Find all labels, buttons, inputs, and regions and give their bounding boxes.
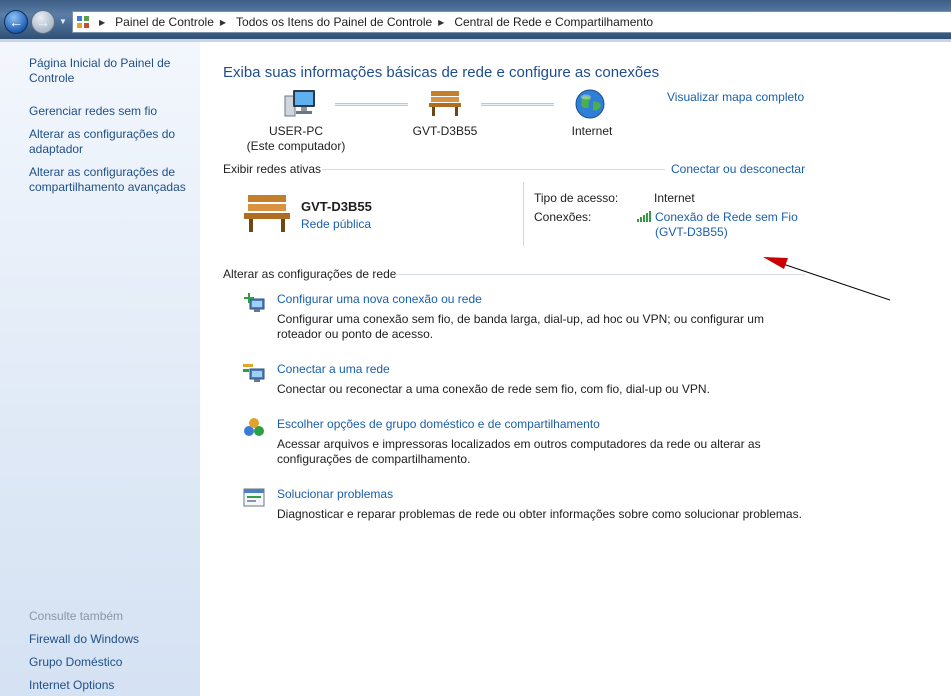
task-new-connection-link[interactable]: Configurar uma nova conexão ou rede [277,292,482,306]
recent-pages-dropdown[interactable]: ▼ [57,15,69,29]
map-computer-label: USER-PC (Este computador) [240,124,352,154]
view-full-map-link[interactable]: Visualizar mapa completo [667,90,804,104]
network-type-link[interactable]: Rede pública [301,217,371,231]
task-new-connection-desc: Configurar uma conexão sem fio, de banda… [277,312,764,341]
breadcrumb-all-items[interactable]: Todos os Itens do Painel de Controle [236,15,432,29]
arrow-right-icon: → [36,14,50,30]
connections-label: Conexões: [534,210,592,224]
arrow-left-icon: ← [9,14,23,30]
breadcrumb-network-center[interactable]: Central de Rede e Compartilhamento [454,15,653,29]
task-connect-network-link[interactable]: Conectar a uma rede [277,362,390,376]
computer-icon[interactable] [283,86,317,120]
annotation-arrow [763,257,891,301]
breadcrumb-separator-icon[interactable]: ▶ [220,18,226,27]
page-title: Exiba suas informações básicas de rede e… [223,64,660,81]
sidebar-link-firewall[interactable]: Firewall do Windows [29,632,194,647]
access-type-value: Internet [654,191,695,205]
task-connect-network-desc: Conectar ou reconectar a uma conexão de … [277,382,710,396]
section-divider [395,274,805,275]
control-panel-icon [73,12,93,32]
wireless-connection-link[interactable]: Conexão de Rede sem Fio (GVT-D3B55) [655,210,798,240]
map-internet-label: Internet [571,124,613,138]
chevron-down-icon: ▼ [59,17,67,26]
sidebar-link-internet-options[interactable]: Internet Options [29,678,194,693]
address-bar[interactable]: ▶ Painel de Controle ▶ Todos os Itens do… [72,11,951,33]
main-content: Exiba suas informações básicas de rede e… [200,42,951,696]
access-type-label: Tipo de acesso: [534,191,619,205]
task-troubleshoot-desc: Diagnosticar e reparar problemas de rede… [277,507,802,521]
sidebar-link-homegroup[interactable]: Grupo Doméstico [29,655,194,670]
computer-name: USER-PC [268,124,323,138]
active-network-name: GVT-D3B55 [301,199,372,214]
homegroup-icon[interactable] [242,416,266,440]
map-link-line [335,103,408,106]
change-settings-label: Alterar as configurações de rede [223,267,397,281]
task-troubleshoot-link[interactable]: Solucionar problemas [277,487,393,501]
sidebar-link-adapter-settings[interactable]: Alterar as configurações do adaptador [29,127,194,157]
vertical-divider [523,182,524,246]
public-network-bench-icon[interactable] [242,191,292,235]
map-link-line [481,103,554,106]
new-connection-icon[interactable] [242,291,266,315]
connection-ssid[interactable]: (GVT-D3B55) [655,225,798,240]
task-homegroup-link[interactable]: Escolher opções de grupo doméstico e de … [277,417,600,431]
computer-subtitle: (Este computador) [246,139,346,153]
breadcrumb-separator-icon[interactable]: ▶ [99,18,105,27]
task-homegroup-desc: Acessar arquivos e impressoras localizad… [277,437,761,466]
troubleshoot-icon[interactable] [242,486,266,510]
section-divider [322,169,665,170]
connect-disconnect-link[interactable]: Conectar ou desconectar [671,162,805,176]
wifi-signal-icon [637,211,651,222]
connect-network-icon[interactable] [242,361,266,385]
window-title-bar: ← → ▼ ▶ Painel de Controle ▶ Todos os It… [0,0,951,42]
sidebar-link-control-panel-home[interactable]: Página Inicial do Painel de Controle [29,56,194,86]
back-button[interactable]: ← [4,10,28,34]
bench-icon[interactable] [428,88,462,118]
active-networks-label: Exibir redes ativas [223,162,322,176]
sidebar-link-sharing-settings[interactable]: Alterar as configurações de compartilham… [29,165,194,195]
breadcrumb-control-panel[interactable]: Painel de Controle [115,15,214,29]
map-network-name: GVT-D3B55 [412,124,478,138]
globe-icon[interactable] [574,88,606,120]
sidebar-link-manage-wireless[interactable]: Gerenciar redes sem fio [29,104,194,119]
connection-name[interactable]: Conexão de Rede sem Fio [655,210,798,225]
see-also-caption: Consulte também [29,609,124,623]
breadcrumb-separator-icon[interactable]: ▶ [438,18,444,27]
forward-button[interactable]: → [31,10,55,34]
sidebar: Página Inicial do Painel de Controle Ger… [0,42,200,696]
